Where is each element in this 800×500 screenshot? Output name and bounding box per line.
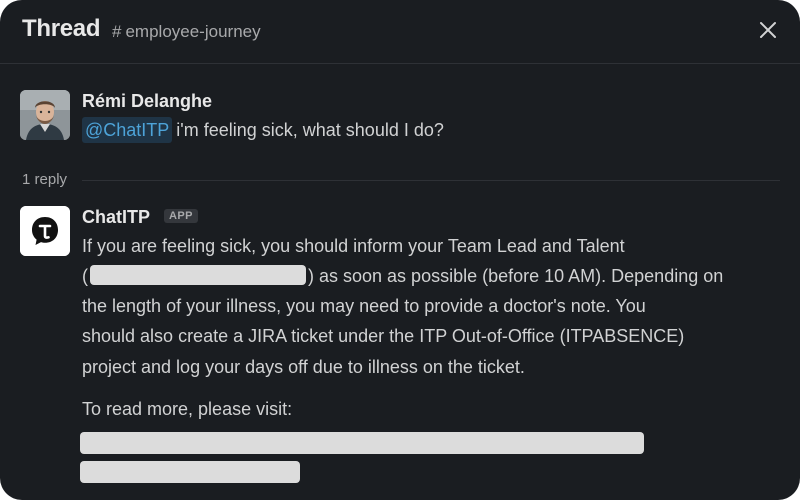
mention-chatitp[interactable]: @ChatITP bbox=[82, 117, 173, 143]
reply-line-4: should also create a JIRA ticket under t… bbox=[82, 326, 685, 346]
paren-open: ( bbox=[82, 266, 88, 286]
thread-title: Thread bbox=[22, 15, 101, 42]
read-more-text: To read more, please visit: bbox=[82, 399, 293, 419]
message-text: @ChatITP i'm feeling sick, what should I … bbox=[82, 117, 444, 143]
redacted-link[interactable] bbox=[80, 432, 644, 454]
bot-avatar[interactable] bbox=[20, 206, 70, 256]
channel-name: employee-journey bbox=[125, 22, 261, 41]
avatar[interactable] bbox=[20, 90, 70, 140]
message-author[interactable]: Rémi Delanghe bbox=[82, 91, 212, 112]
message-body: i'm feeling sick, what should I do? bbox=[176, 120, 444, 140]
channel-link[interactable]: # employee-journey bbox=[112, 22, 261, 42]
reply-line-3: the length of your illness, you may need… bbox=[82, 296, 646, 316]
thread-panel: Thread # employee-journey Rémi Delanghe @… bbox=[0, 0, 800, 500]
close-icon bbox=[760, 22, 776, 38]
reply-line-2: ( ) as soon as possible (before 10 AM). D… bbox=[82, 265, 724, 287]
redacted-email bbox=[90, 265, 306, 286]
thread-header: Thread # employee-journey bbox=[0, 0, 800, 64]
close-button[interactable] bbox=[754, 16, 782, 44]
reply-count: 1 reply bbox=[22, 171, 68, 188]
user-avatar bbox=[20, 90, 70, 140]
redacted-link[interactable] bbox=[80, 461, 300, 483]
channel-hash-icon: # bbox=[112, 22, 122, 41]
reply-line-5: project and log your days off due to ill… bbox=[82, 357, 525, 377]
reply-author[interactable]: ChatITP bbox=[82, 207, 150, 228]
reply-line-1: If you are feeling sick, you should info… bbox=[82, 236, 625, 256]
reply-line-2-text: ) as soon as possible (before 10 AM). De… bbox=[308, 266, 724, 286]
chatitp-logo-icon bbox=[20, 206, 70, 256]
divider bbox=[82, 180, 780, 181]
app-badge: APP bbox=[164, 209, 198, 223]
